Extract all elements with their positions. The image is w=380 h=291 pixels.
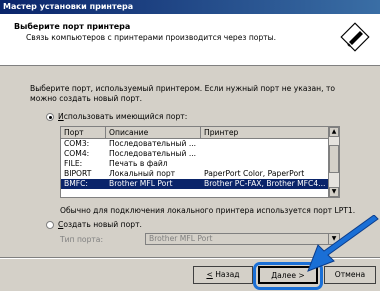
printer-wizard-window: Мастер установки принтера Выберите порт … — [0, 0, 380, 291]
window-title: Мастер установки принтера — [0, 0, 380, 14]
description-cell: Печать в файл — [109, 159, 168, 168]
page-title: Выберите порт принтера — [14, 22, 131, 31]
vertical-scrollbar[interactable]: ▲ ▼ — [328, 127, 339, 197]
table-row[interactable]: COM4: Последовательный ... — [61, 149, 331, 159]
printer-cell: Brother PC-FAX, Brother MFC4... — [204, 179, 326, 188]
table-row[interactable]: BIPORT Локальный порт PaperPort Color, P… — [61, 169, 331, 179]
use-existing-port-radio[interactable] — [46, 113, 54, 121]
scroll-down-icon[interactable]: ▼ — [329, 187, 339, 197]
port-cell: COM3: — [64, 139, 90, 148]
printer-cell: PaperPort Color, PaperPort — [204, 169, 305, 178]
port-type-value: Brother MFL Port — [149, 234, 213, 243]
printer-wizard-icon — [340, 22, 370, 52]
table-row-selected[interactable]: BMFC: Brother MFL Port Brother PC-FAX, B… — [61, 179, 331, 189]
description-cell: Локальный порт — [109, 169, 176, 178]
back-button[interactable]: < Назад — [193, 266, 253, 284]
port-cell: COM4: — [64, 149, 90, 158]
description-text: Выберите порт, используемый принтером. Е… — [30, 84, 336, 103]
use-existing-port-text: спользовать имеющийся порт: — [63, 112, 188, 121]
page-subtitle: Связь компьютеров с принтерами производи… — [26, 33, 277, 42]
back-button-text: Назад — [212, 270, 240, 279]
column-header-port[interactable]: Порт — [61, 127, 106, 138]
port-list[interactable]: Порт Описание Принтер COM3: Последовател… — [60, 126, 340, 198]
port-type-label: Тип порта: — [60, 235, 104, 244]
description-cell: Последовательный ... — [109, 149, 197, 158]
port-list-header: Порт Описание Принтер — [61, 127, 331, 139]
port-cell: BMFC: — [64, 179, 88, 188]
column-header-description[interactable]: Описание — [106, 127, 201, 138]
create-new-port-label[interactable]: Создать новый порт. — [58, 220, 142, 229]
use-existing-port-label[interactable]: Использовать имеющийся порт: — [58, 112, 187, 121]
port-cell: BIPORT — [64, 169, 92, 178]
port-cell: FILE: — [64, 159, 83, 168]
pointer-arrow-icon — [307, 215, 379, 272]
table-row[interactable]: COM3: Последовательный ... — [61, 139, 331, 149]
wizard-header: Выберите порт принтера Связь компьютеров… — [0, 14, 380, 66]
column-header-printer[interactable]: Принтер — [201, 127, 331, 138]
scroll-thumb[interactable] — [329, 145, 339, 173]
scroll-up-icon[interactable]: ▲ — [329, 127, 339, 137]
table-row[interactable]: FILE: Печать в файл — [61, 159, 331, 169]
create-new-port-text: оздать новый порт. — [63, 220, 142, 229]
create-new-port-radio[interactable] — [46, 221, 54, 229]
description-cell: Последовательный ... — [109, 139, 197, 148]
lpt1-note: Обычно для подключения локального принте… — [60, 206, 356, 215]
description-cell: Brother MFL Port — [109, 179, 173, 188]
